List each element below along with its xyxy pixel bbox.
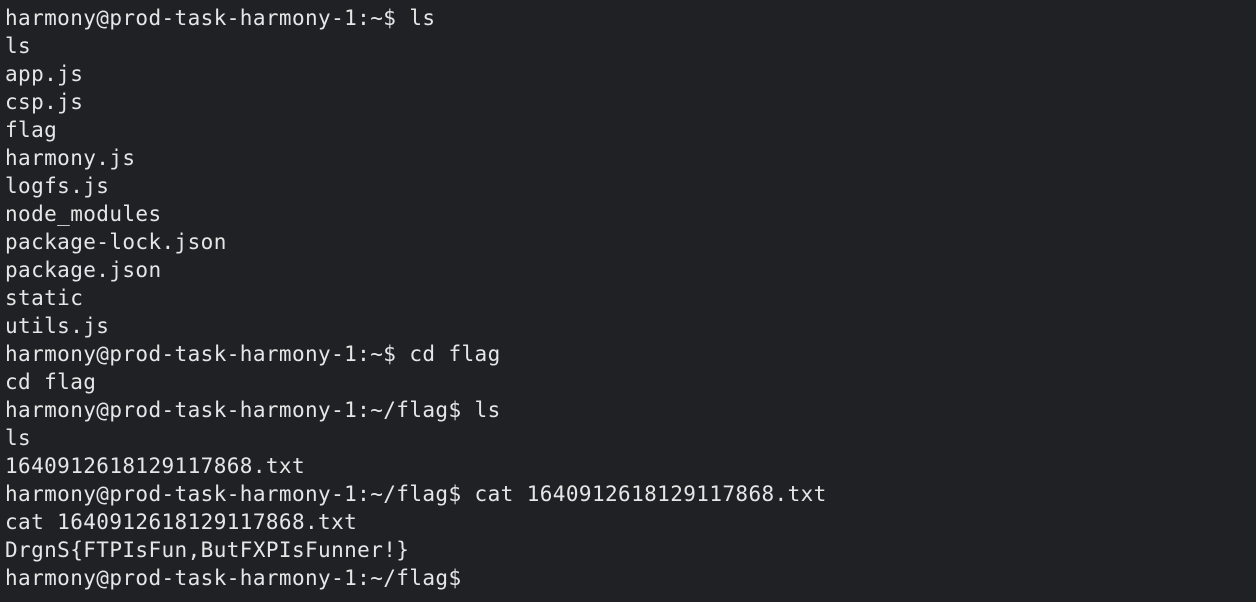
output-line: harmony.js (5, 146, 136, 170)
output-line: app.js (5, 62, 84, 86)
output-line: cd flag (5, 370, 97, 394)
output-line: package.json (5, 258, 162, 282)
output-line: ls (5, 426, 32, 450)
output-line: logfs.js (5, 174, 110, 198)
terminal-window[interactable]: harmony@prod-task-harmony-1:~$ ls ls app… (0, 0, 1256, 602)
output-line: flag (5, 118, 58, 142)
output-line: 1640912618129117868.txt (5, 454, 305, 478)
flag-output-line: DrgnS{FTPIsFun,ButFXPIsFunner!} (5, 538, 410, 562)
prompt-line: harmony@prod-task-harmony-1:~$ cd flag (5, 342, 501, 366)
terminal-output[interactable]: harmony@prod-task-harmony-1:~$ ls ls app… (5, 4, 1251, 592)
output-line: ls (5, 34, 32, 58)
output-line: package-lock.json (5, 230, 227, 254)
output-line: cat 1640912618129117868.txt (5, 510, 358, 534)
output-line: node_modules (5, 202, 162, 226)
output-line: csp.js (5, 90, 84, 114)
prompt-line: harmony@prod-task-harmony-1:~/flag$ cat … (5, 482, 827, 506)
output-line: static (5, 286, 84, 310)
prompt-line: harmony@prod-task-harmony-1:~$ ls (5, 6, 436, 30)
output-line: utils.js (5, 314, 110, 338)
prompt-line: harmony@prod-task-harmony-1:~/flag$ ls (5, 398, 501, 422)
current-prompt-line[interactable]: harmony@prod-task-harmony-1:~/flag$ (5, 564, 1251, 592)
